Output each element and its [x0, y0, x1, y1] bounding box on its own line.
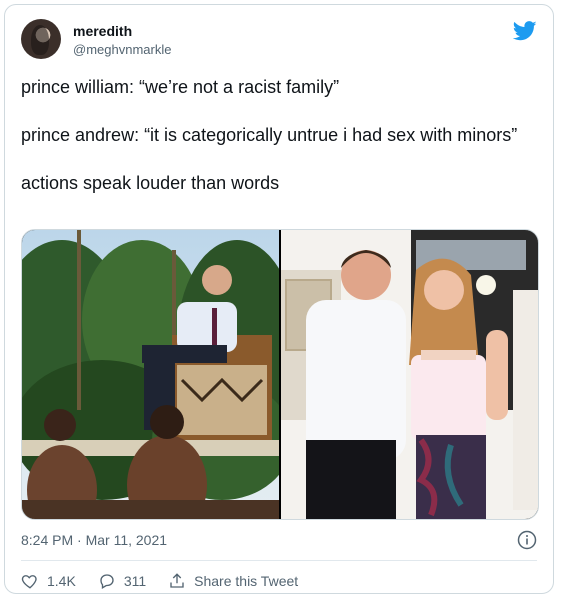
share-label: Share this Tweet	[194, 573, 299, 589]
like-button[interactable]: 1.4K	[21, 572, 76, 590]
media-photo-right[interactable]	[281, 230, 538, 519]
media-photo-left[interactable]	[22, 230, 279, 519]
tweet-paragraph: actions speak louder than words	[21, 173, 280, 193]
reply-button[interactable]: 311	[98, 572, 146, 590]
tweet-card: meredith @meghvnmarkle prince william: “…	[4, 4, 554, 594]
display-name[interactable]: meredith	[73, 23, 132, 39]
share-icon	[170, 573, 184, 588]
tweet-text: prince william: “we’re not a racist fami…	[21, 75, 537, 219]
heart-icon	[21, 575, 37, 589]
avatar[interactable]	[21, 19, 61, 59]
divider	[21, 560, 537, 561]
tweet-paragraph: prince andrew: “it is categorically untr…	[21, 125, 518, 145]
tweet-media[interactable]	[21, 229, 539, 520]
tweet-actions: 1.4K 311 Share this Tweet	[21, 570, 320, 592]
tweet-timestamp[interactable]: 8:24 PM · Mar 11, 2021	[21, 532, 167, 548]
reply-icon	[100, 574, 114, 589]
reply-count: 311	[123, 573, 147, 589]
share-button[interactable]: Share this Tweet	[168, 572, 298, 590]
info-icon[interactable]	[517, 530, 537, 550]
tweet-paragraph: prince william: “we’re not a racist fami…	[21, 77, 340, 97]
like-count: 1.4K	[47, 573, 76, 589]
twitter-bird-icon[interactable]	[513, 21, 537, 41]
user-handle[interactable]: @meghvnmarkle	[73, 42, 171, 57]
